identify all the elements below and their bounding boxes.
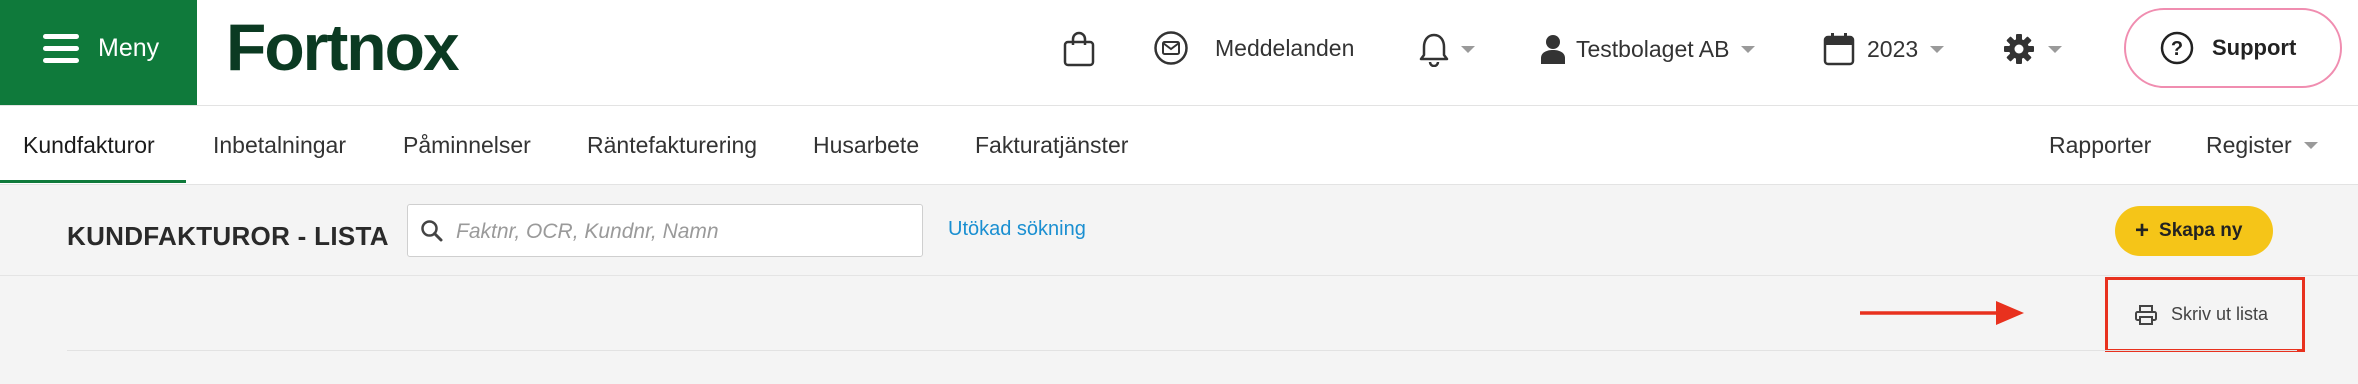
- tab-husarbete[interactable]: Husarbete: [813, 106, 919, 184]
- envelope-icon: [1154, 31, 1188, 65]
- notifications-button[interactable]: [1417, 30, 1475, 68]
- page-title: KUNDFAKTUROR - LISTA: [67, 221, 389, 251]
- fortnox-logo[interactable]: Fortnox: [226, 18, 501, 80]
- bell-icon: [1419, 33, 1449, 67]
- module-nav: Kundfakturor Inbetalningar Påminnelser R…: [0, 106, 2358, 185]
- support-button[interactable]: ? Support: [2124, 8, 2342, 88]
- shopping-bag-icon[interactable]: [1062, 31, 1096, 67]
- hamburger-icon: [43, 34, 79, 64]
- company-selector[interactable]: Testbolaget AB: [1540, 30, 1756, 68]
- plus-icon: +: [2135, 217, 2150, 244]
- print-list-label: Skriv ut lista: [2171, 304, 2269, 324]
- menu-label: Meny: [98, 34, 160, 62]
- support-label: Support: [2212, 35, 2297, 60]
- search-input[interactable]: [454, 215, 908, 249]
- tab-label: Påminnelser: [403, 132, 531, 158]
- tab-label: Kundfakturor: [23, 132, 155, 158]
- tab-kundfakturor[interactable]: Kundfakturor: [23, 106, 155, 184]
- search-field[interactable]: [407, 204, 923, 257]
- fiscal-year-selector[interactable]: 2023: [1823, 30, 1945, 68]
- create-new-button[interactable]: + Skapa ny: [2115, 206, 2273, 256]
- advanced-search-link[interactable]: Utökad sökning: [948, 218, 1086, 241]
- messages-label: Meddelanden: [1215, 34, 1355, 61]
- chevron-down-icon: [1741, 45, 1756, 53]
- tab-fakturatjanster[interactable]: Fakturatjänster: [975, 106, 1128, 184]
- chevron-down-icon: [2303, 141, 2318, 149]
- company-label: Testbolaget AB: [1576, 35, 1730, 62]
- year-label: 2023: [1867, 35, 1919, 62]
- tab-paminnelser[interactable]: Påminnelser: [403, 106, 531, 184]
- annotation-arrow-icon: [1860, 301, 2024, 325]
- settings-button[interactable]: [2004, 30, 2062, 68]
- top-bar: Meny Fortnox Meddelanden Testbolaget AB …: [0, 0, 2358, 106]
- active-tab-indicator: [0, 180, 186, 183]
- menu-button[interactable]: Meny: [0, 0, 197, 105]
- gear-icon: [2004, 34, 2034, 64]
- chevron-down-icon: [1461, 45, 1475, 53]
- chevron-down-icon: [2048, 45, 2062, 53]
- tab-rapporter[interactable]: Rapporter: [2049, 106, 2151, 184]
- tab-label: Rapporter: [2049, 132, 2152, 158]
- tab-label: Fakturatjänster: [975, 132, 1129, 158]
- tab-label: Inbetalningar: [213, 132, 346, 158]
- create-new-label: Skapa ny: [2159, 220, 2243, 241]
- calendar-icon: [1823, 33, 1855, 66]
- tab-label: Räntefakturering: [587, 132, 758, 158]
- print-list-button[interactable]: Skriv ut lista: [2105, 277, 2305, 352]
- user-icon: [1541, 35, 1565, 64]
- chevron-down-icon: [1930, 45, 1945, 53]
- search-icon: [421, 220, 443, 242]
- tab-label: Register: [2206, 132, 2292, 158]
- logo-text: Fortnox: [226, 18, 460, 80]
- question-circle-icon: ?: [2160, 31, 2194, 65]
- divider: [67, 350, 2297, 351]
- tab-register[interactable]: Register: [2206, 106, 2318, 184]
- tab-label: Husarbete: [813, 132, 920, 158]
- messages-button[interactable]: Meddelanden: [1153, 28, 1354, 68]
- list-header: KUNDFAKTUROR - LISTA Utökad sökning + Sk…: [0, 185, 2358, 276]
- printer-icon: [2135, 304, 2157, 325]
- tab-rantefakturering[interactable]: Räntefakturering: [587, 106, 757, 184]
- tab-inbetalningar[interactable]: Inbetalningar: [213, 106, 346, 184]
- svg-text:?: ?: [2171, 38, 2183, 60]
